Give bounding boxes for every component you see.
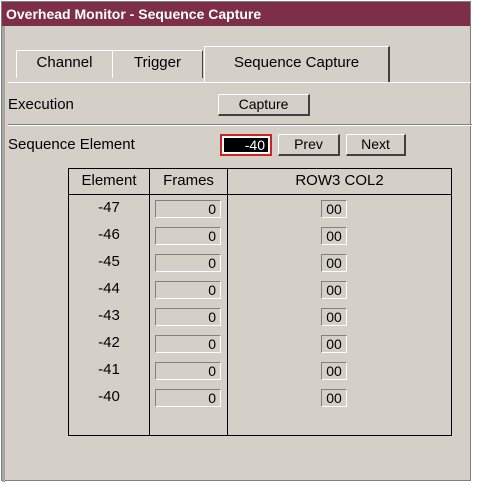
- table-row: -45 0 00: [69, 251, 451, 278]
- window-edge: [2, 26, 5, 482]
- element-cell: -42: [98, 334, 120, 351]
- window-title: Overhead Monitor - Sequence Capture: [2, 2, 470, 26]
- frames-field: 0: [155, 200, 221, 218]
- table-row: -42 0 00: [69, 332, 451, 359]
- column-header-frames: Frames: [163, 172, 214, 189]
- header-divider: [69, 194, 451, 195]
- element-cell: -45: [98, 253, 120, 270]
- table-row: -47 0 00: [69, 197, 451, 224]
- frames-field: 0: [155, 308, 221, 326]
- frames-field: 0: [155, 362, 221, 380]
- element-cell: -43: [98, 307, 120, 324]
- prev-button[interactable]: Prev: [278, 134, 340, 156]
- section-separator: [8, 124, 472, 126]
- table-row: -43 0 00: [69, 305, 451, 332]
- frames-field: 0: [155, 335, 221, 353]
- tab-trigger[interactable]: Trigger: [112, 50, 203, 78]
- value-field: 00: [321, 254, 347, 272]
- column-header-element: Element: [81, 172, 137, 189]
- sequence-table: Element Frames ROW3 COL2 -47 0 00 -46 0 …: [68, 168, 452, 436]
- frames-field: 0: [155, 227, 221, 245]
- value-field: 00: [321, 227, 347, 245]
- value-field: 00: [321, 308, 347, 326]
- tab-divider: [8, 82, 472, 83]
- element-cell: -41: [98, 361, 120, 378]
- value-field: 00: [321, 362, 347, 380]
- element-cell: -46: [98, 226, 120, 243]
- tab-sequence-capture[interactable]: Sequence Capture: [204, 46, 390, 82]
- table-row: -44 0 00: [69, 278, 451, 305]
- sequence-element-label: Sequence Element: [8, 136, 135, 153]
- column-header-row3-col2: ROW3 COL2: [295, 172, 384, 189]
- frames-field: 0: [155, 254, 221, 272]
- element-cell: -44: [98, 280, 120, 297]
- element-cell: -47: [98, 199, 120, 216]
- app-window: Overhead Monitor - Sequence Capture Chan…: [1, 1, 472, 482]
- value-field: 00: [321, 389, 347, 407]
- table-row: -41 0 00: [69, 359, 451, 386]
- table-row: -40 0 00: [69, 386, 451, 413]
- next-button[interactable]: Next: [346, 134, 406, 156]
- value-field: 00: [321, 200, 347, 218]
- frames-field: 0: [155, 281, 221, 299]
- sequence-element-field[interactable]: -40: [220, 134, 272, 156]
- value-field: 00: [321, 281, 347, 299]
- value-field: 00: [321, 335, 347, 353]
- sequence-element-value: -40: [224, 138, 268, 152]
- tab-channel[interactable]: Channel: [16, 50, 113, 78]
- frames-field: 0: [155, 389, 221, 407]
- table-row: -46 0 00: [69, 224, 451, 251]
- element-cell: -40: [98, 388, 120, 405]
- execution-label: Execution: [8, 96, 74, 113]
- capture-button[interactable]: Capture: [218, 94, 310, 116]
